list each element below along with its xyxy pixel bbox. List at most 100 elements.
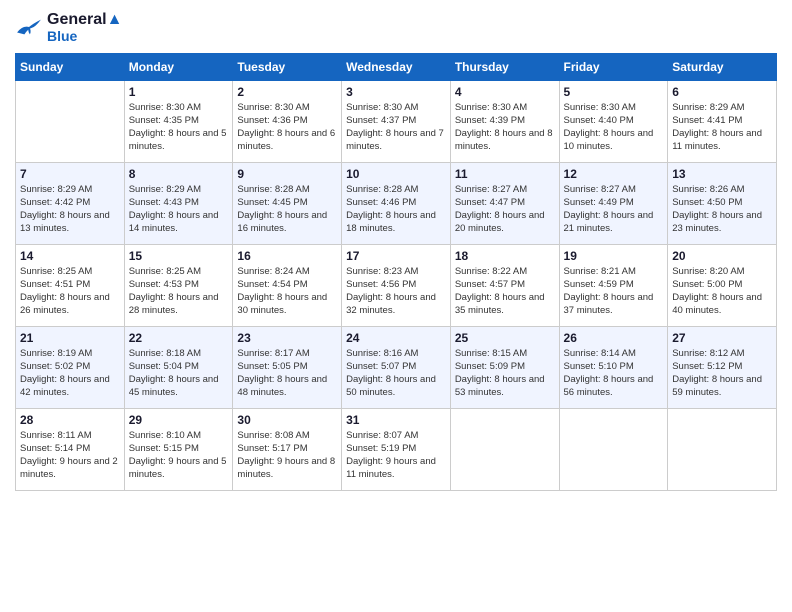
day-info: Sunrise: 8:30 AMSunset: 4:35 PMDaylight:…	[129, 101, 229, 154]
calendar-cell: 24 Sunrise: 8:16 AMSunset: 5:07 PMDayligh…	[342, 326, 451, 408]
day-number: 12	[564, 167, 664, 181]
day-number: 24	[346, 331, 446, 345]
calendar-cell: 8Sunrise: 8:29 AMSunset: 4:43 PMDaylight…	[124, 162, 233, 244]
day-info: Sunrise: 8:29 AMSunset: 4:41 PMDaylight:…	[672, 101, 772, 154]
day-info: Sunrise: 8:23 AMSunset: 4:56 PMDaylight:…	[346, 265, 446, 318]
day-number: 29	[129, 413, 229, 427]
calendar-cell	[559, 408, 668, 490]
day-number: 27	[672, 331, 772, 345]
day-info: Sunrise: 8:30 AMSunset: 4:40 PMDaylight:…	[564, 101, 664, 154]
day-info: Sunrise: 8:29 AMSunset: 4:42 PMDaylight:…	[20, 183, 120, 236]
day-number: 4	[455, 85, 555, 99]
day-number: 5	[564, 85, 664, 99]
calendar-cell: 26 Sunrise: 8:14 AMSunset: 5:10 PMDayligh…	[559, 326, 668, 408]
day-number: 19	[564, 249, 664, 263]
page-header: General▲ Blue	[15, 10, 777, 45]
day-number: 1	[129, 85, 229, 99]
day-number: 26	[564, 331, 664, 345]
day-info: Sunrise: 8:27 AMSunset: 4:47 PMDaylight:…	[455, 183, 555, 236]
day-number: 11	[455, 167, 555, 181]
day-info: Sunrise: 8:22 AMSunset: 4:57 PMDaylight:…	[455, 265, 555, 318]
column-header-sunday: Sunday	[16, 53, 125, 80]
day-number: 28	[20, 413, 120, 427]
calendar-week-row: 28 Sunrise: 8:11 AMSunset: 5:14 PMDayligh…	[16, 408, 777, 490]
day-info: Sunrise: 8:07 AMSunset: 5:19 PMDaylight:…	[346, 429, 446, 482]
calendar-cell: 15 Sunrise: 8:25 AMSunset: 4:53 PMDayligh…	[124, 244, 233, 326]
main-container: General▲ Blue SundayMondayTuesdayWednesd…	[0, 0, 792, 501]
calendar-cell: 21 Sunrise: 8:19 AMSunset: 5:02 PMDayligh…	[16, 326, 125, 408]
calendar-cell: 23 Sunrise: 8:17 AMSunset: 5:05 PMDayligh…	[233, 326, 342, 408]
calendar-cell: 11 Sunrise: 8:27 AMSunset: 4:47 PMDayligh…	[450, 162, 559, 244]
day-info: Sunrise: 8:17 AMSunset: 5:05 PMDaylight:…	[237, 347, 337, 400]
calendar-cell	[668, 408, 777, 490]
day-number: 31	[346, 413, 446, 427]
calendar-cell: 12 Sunrise: 8:27 AMSunset: 4:49 PMDayligh…	[559, 162, 668, 244]
day-info: Sunrise: 8:25 AMSunset: 4:51 PMDaylight:…	[20, 265, 120, 318]
day-number: 21	[20, 331, 120, 345]
day-info: Sunrise: 8:11 AMSunset: 5:14 PMDaylight:…	[20, 429, 120, 482]
calendar-cell: 9Sunrise: 8:28 AMSunset: 4:45 PMDaylight…	[233, 162, 342, 244]
day-number: 22	[129, 331, 229, 345]
day-info: Sunrise: 8:24 AMSunset: 4:54 PMDaylight:…	[237, 265, 337, 318]
day-number: 30	[237, 413, 337, 427]
day-info: Sunrise: 8:27 AMSunset: 4:49 PMDaylight:…	[564, 183, 664, 236]
day-number: 2	[237, 85, 337, 99]
day-number: 17	[346, 249, 446, 263]
calendar-cell	[16, 80, 125, 162]
day-number: 7	[20, 167, 120, 181]
calendar-header-row: SundayMondayTuesdayWednesdayThursdayFrid…	[16, 53, 777, 80]
calendar-cell: 17 Sunrise: 8:23 AMSunset: 4:56 PMDayligh…	[342, 244, 451, 326]
day-info: Sunrise: 8:26 AMSunset: 4:50 PMDaylight:…	[672, 183, 772, 236]
day-info: Sunrise: 8:18 AMSunset: 5:04 PMDaylight:…	[129, 347, 229, 400]
day-info: Sunrise: 8:12 AMSunset: 5:12 PMDaylight:…	[672, 347, 772, 400]
calendar-cell: 22 Sunrise: 8:18 AMSunset: 5:04 PMDayligh…	[124, 326, 233, 408]
calendar-cell: 25Sunrise: 8:15 AMSunset: 5:09 PMDayligh…	[450, 326, 559, 408]
calendar-cell: 7 Sunrise: 8:29 AMSunset: 4:42 PMDaylight…	[16, 162, 125, 244]
calendar-cell: 19 Sunrise: 8:21 AMSunset: 4:59 PMDayligh…	[559, 244, 668, 326]
column-header-friday: Friday	[559, 53, 668, 80]
day-number: 10	[346, 167, 446, 181]
logo: General▲ Blue	[15, 10, 122, 45]
logo-icon	[15, 16, 43, 38]
day-info: Sunrise: 8:30 AMSunset: 4:36 PMDaylight:…	[237, 101, 337, 154]
calendar-cell: 5 Sunrise: 8:30 AMSunset: 4:40 PMDaylight…	[559, 80, 668, 162]
day-number: 20	[672, 249, 772, 263]
day-number: 13	[672, 167, 772, 181]
day-number: 15	[129, 249, 229, 263]
column-header-monday: Monday	[124, 53, 233, 80]
day-info: Sunrise: 8:21 AMSunset: 4:59 PMDaylight:…	[564, 265, 664, 318]
calendar-week-row: 7 Sunrise: 8:29 AMSunset: 4:42 PMDaylight…	[16, 162, 777, 244]
calendar-cell: 3Sunrise: 8:30 AMSunset: 4:37 PMDaylight…	[342, 80, 451, 162]
day-info: Sunrise: 8:19 AMSunset: 5:02 PMDaylight:…	[20, 347, 120, 400]
day-info: Sunrise: 8:14 AMSunset: 5:10 PMDaylight:…	[564, 347, 664, 400]
calendar-cell: 27 Sunrise: 8:12 AMSunset: 5:12 PMDayligh…	[668, 326, 777, 408]
calendar-cell: 16 Sunrise: 8:24 AMSunset: 4:54 PMDayligh…	[233, 244, 342, 326]
calendar-cell: 31 Sunrise: 8:07 AMSunset: 5:19 PMDayligh…	[342, 408, 451, 490]
column-header-wednesday: Wednesday	[342, 53, 451, 80]
column-header-thursday: Thursday	[450, 53, 559, 80]
day-info: Sunrise: 8:28 AMSunset: 4:45 PMDaylight:…	[237, 183, 337, 236]
day-number: 14	[20, 249, 120, 263]
calendar-cell: 18 Sunrise: 8:22 AMSunset: 4:57 PMDayligh…	[450, 244, 559, 326]
day-info: Sunrise: 8:29 AMSunset: 4:43 PMDaylight:…	[129, 183, 229, 236]
day-number: 18	[455, 249, 555, 263]
calendar-cell	[450, 408, 559, 490]
day-info: Sunrise: 8:20 AMSunset: 5:00 PMDaylight:…	[672, 265, 772, 318]
column-header-tuesday: Tuesday	[233, 53, 342, 80]
calendar-cell: 2 Sunrise: 8:30 AMSunset: 4:36 PMDaylight…	[233, 80, 342, 162]
day-info: Sunrise: 8:16 AMSunset: 5:07 PMDaylight:…	[346, 347, 446, 400]
calendar-cell: 13 Sunrise: 8:26 AMSunset: 4:50 PMDayligh…	[668, 162, 777, 244]
day-number: 23	[237, 331, 337, 345]
calendar-cell: 28 Sunrise: 8:11 AMSunset: 5:14 PMDayligh…	[16, 408, 125, 490]
day-number: 6	[672, 85, 772, 99]
calendar-table: SundayMondayTuesdayWednesdayThursdayFrid…	[15, 53, 777, 491]
calendar-cell: 1 Sunrise: 8:30 AMSunset: 4:35 PMDaylight…	[124, 80, 233, 162]
column-header-saturday: Saturday	[668, 53, 777, 80]
day-number: 16	[237, 249, 337, 263]
logo-text: General▲ Blue	[47, 10, 122, 45]
calendar-cell: 14 Sunrise: 8:25 AMSunset: 4:51 PMDayligh…	[16, 244, 125, 326]
calendar-cell: 20 Sunrise: 8:20 AMSunset: 5:00 PMDayligh…	[668, 244, 777, 326]
day-info: Sunrise: 8:25 AMSunset: 4:53 PMDaylight:…	[129, 265, 229, 318]
day-number: 25	[455, 331, 555, 345]
calendar-body: 1 Sunrise: 8:30 AMSunset: 4:35 PMDaylight…	[16, 80, 777, 490]
